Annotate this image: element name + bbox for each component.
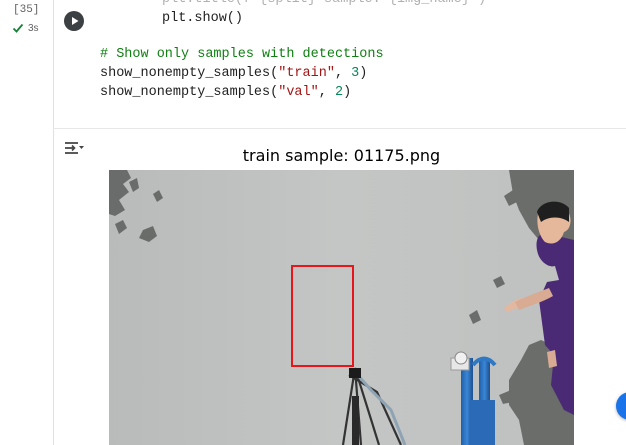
- code-token: ,: [318, 85, 335, 100]
- code-line: show_nonempty_samples("val", 2): [100, 83, 351, 102]
- cell-gutter: [35] 3s: [0, 0, 54, 445]
- code-token: plt.title(f"{split} sample: {img_name}"): [162, 0, 486, 7]
- code-token: 2: [334, 85, 344, 100]
- check-icon: [12, 23, 24, 33]
- output-menu-icon[interactable]: [63, 138, 85, 158]
- code-editor[interactable]: plt.title(f"{split} sample: {img_name}")…: [100, 0, 626, 125]
- execution-count: [35]: [13, 4, 40, 16]
- code-token: ,: [334, 66, 352, 81]
- code-token: show_nonempty_samples(: [100, 66, 279, 81]
- code-token: "train": [278, 66, 335, 81]
- run-cell-button[interactable]: [64, 11, 84, 31]
- code-line: plt.show(): [162, 9, 243, 28]
- code-line: # Show only samples with detections: [100, 45, 384, 64]
- play-icon: [72, 17, 79, 25]
- code-token: # Show only samples with detections: [100, 47, 384, 62]
- execution-status: 3s: [12, 22, 39, 34]
- cell-divider: [53, 128, 626, 129]
- code-line: plt.title(f"{split} sample: {img_name}"): [162, 0, 486, 9]
- sample-image: [109, 170, 574, 445]
- code-token: plt.show(): [162, 11, 244, 26]
- code-token: show_nonempty_samples(: [100, 85, 279, 100]
- execution-time: 3s: [28, 22, 39, 34]
- code-line: show_nonempty_samples("train", 3): [100, 64, 367, 83]
- floating-action-button[interactable]: [616, 392, 626, 420]
- code-token: "val": [278, 85, 319, 100]
- code-token: ): [343, 85, 352, 100]
- plot-title: train sample: 01175.png: [242, 146, 441, 165]
- code-token: ): [359, 66, 368, 81]
